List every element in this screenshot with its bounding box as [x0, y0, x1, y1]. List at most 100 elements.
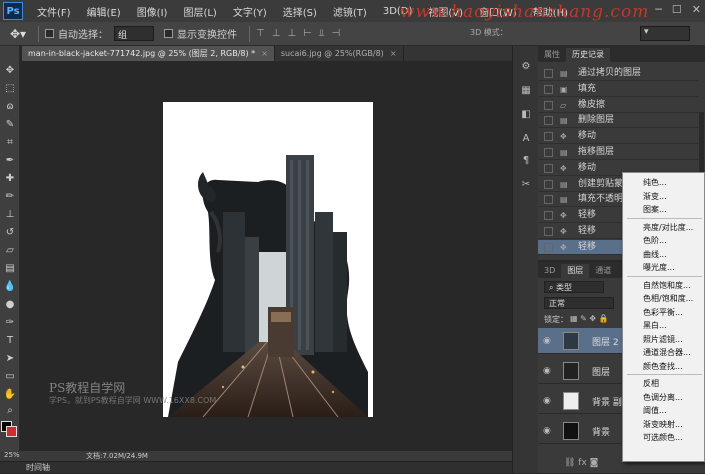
eyedropper-tool-icon[interactable]: ✒ [3, 154, 17, 168]
layer-row[interactable]: ◉ 图层 2 [538, 328, 623, 354]
menu-item[interactable]: 自然饱和度... [623, 279, 705, 292]
menu-item[interactable]: 通道混合器... [623, 346, 705, 359]
history-snapshot-checkbox[interactable] [544, 132, 553, 142]
menu-item[interactable]: 渐变映射... [623, 418, 705, 431]
visibility-eye-icon[interactable]: ◉ [543, 336, 551, 346]
menu-item[interactable]: 渐变... [623, 190, 705, 203]
brush-tool-icon[interactable]: ✏ [3, 190, 17, 204]
visibility-eye-icon[interactable]: ◉ [543, 366, 551, 376]
tab-layers[interactable]: 图层 [561, 264, 590, 278]
menu-item[interactable]: 色彩平衡... [623, 306, 705, 319]
link-icon[interactable]: ⛓ [564, 458, 578, 468]
history-snapshot-checkbox[interactable] [544, 84, 553, 94]
menu-item[interactable]: 可选颜色... [623, 431, 705, 444]
auto-select-checkbox[interactable] [45, 29, 54, 38]
history-row[interactable]: ▤ 通过拷贝的图层 [538, 66, 698, 81]
adjustments-panel-icon[interactable]: ◧ [519, 108, 533, 122]
history-snapshot-checkbox[interactable] [544, 227, 553, 236]
history-panel-icon[interactable]: ⚙ [519, 60, 533, 74]
menu-item[interactable]: 阈值... [623, 404, 705, 417]
align-left-icon[interactable]: ⊢ [303, 28, 312, 39]
menu-item[interactable]: 纯色... [623, 176, 705, 189]
tab-channels[interactable]: 通道 [589, 264, 617, 278]
history-row[interactable]: ▤ 删除图层 [538, 113, 698, 129]
minimize-icon[interactable]: ─ [655, 3, 662, 16]
layer-row[interactable]: ◉ 背景 [538, 418, 623, 444]
tab-history[interactable]: 历史记录 [566, 48, 610, 62]
history-snapshot-checkbox[interactable] [544, 116, 553, 126]
eraser-tool-icon[interactable]: ▱ [3, 244, 17, 258]
menu-file[interactable]: 文件(F) [29, 4, 79, 19]
menu-item[interactable]: 黑白... [623, 319, 705, 332]
close-icon[interactable]: ✕ [692, 3, 701, 16]
layer-filter-select[interactable]: ⌕ 类型 [544, 281, 604, 293]
lasso-tool-icon[interactable]: ɷ [3, 100, 17, 114]
visibility-eye-icon[interactable]: ◉ [543, 426, 551, 436]
tab-properties[interactable]: 属性 [538, 48, 566, 62]
zoom-level[interactable]: 25% [4, 451, 20, 459]
visibility-eye-icon[interactable]: ◉ [543, 396, 551, 406]
blend-mode-select[interactable]: 正常 [544, 297, 614, 309]
menu-item[interactable]: 图案... [623, 203, 705, 216]
history-snapshot-checkbox[interactable] [544, 100, 553, 110]
menu-image[interactable]: 图像(I) [129, 4, 176, 19]
menu-item[interactable]: 亮度/对比度... [623, 221, 705, 234]
menu-edit[interactable]: 编辑(E) [79, 4, 129, 19]
hand-tool-icon[interactable]: ✋ [3, 388, 17, 402]
layer-row[interactable]: ◉ 图层 [538, 358, 623, 384]
align-center-icon[interactable]: ⫫ [319, 28, 325, 39]
zoom-tool-icon[interactable]: ⌕ [3, 404, 17, 418]
align-bottom-icon[interactable]: ⊥ [287, 28, 296, 39]
type-tool-icon[interactable]: T [3, 334, 17, 348]
mask-icon[interactable]: ◙ [590, 458, 599, 468]
menu-item[interactable]: 曲线... [623, 248, 705, 261]
background-color-swatch[interactable] [6, 426, 17, 437]
tab-3d[interactable]: 3D [538, 264, 561, 278]
move-tool-icon[interactable]: ✥ [3, 64, 17, 78]
dodge-tool-icon[interactable]: ● [3, 298, 17, 312]
history-brush-tool-icon[interactable]: ↺ [3, 226, 17, 240]
menu-item[interactable]: 色相/饱和度... [623, 292, 705, 305]
align-top-icon[interactable]: ⊤ [256, 28, 265, 39]
maximize-icon[interactable]: ☐ [672, 3, 682, 16]
align-middle-icon[interactable]: ⊥ [272, 28, 281, 39]
menu-item[interactable]: 色调分离... [623, 391, 705, 404]
path-select-tool-icon[interactable]: ➤ [3, 352, 17, 366]
history-snapshot-checkbox[interactable] [544, 69, 553, 78]
tab-close-icon[interactable]: × [390, 49, 397, 58]
quick-select-tool-icon[interactable]: ✎ [3, 118, 17, 132]
properties-panel-icon[interactable]: ▦ [519, 84, 533, 98]
tab-document-2[interactable]: sucai6.jpg @ 25%(RGB/8) × [275, 46, 404, 61]
menu-item[interactable]: 照片滤镜... [623, 333, 705, 346]
history-snapshot-checkbox[interactable] [544, 242, 553, 252]
menu-item[interactable]: 曝光度... [623, 261, 705, 274]
canvas-workspace[interactable]: PS教程自学网 学PS，就到PS教程自学网 WWW.16XX8.COM [21, 61, 512, 451]
document-canvas[interactable] [163, 102, 373, 417]
shape-tool-icon[interactable]: ▭ [3, 370, 17, 384]
layer-row[interactable]: ◉ 背景 副本 [538, 388, 631, 414]
blur-tool-icon[interactable]: 💧 [3, 280, 17, 294]
auto-select-dropdown[interactable]: 组 [114, 26, 154, 41]
show-transform-checkbox[interactable] [164, 29, 173, 38]
tools-preset-panel-icon[interactable]: ✂ [519, 178, 533, 192]
align-right-icon[interactable]: ⊣ [332, 28, 341, 39]
clone-stamp-tool-icon[interactable]: ⊥ [3, 208, 17, 222]
paragraph-panel-icon[interactable]: ¶ [519, 154, 533, 168]
menu-item[interactable]: 色阶... [623, 234, 705, 247]
menu-filter[interactable]: 滤镜(T) [325, 4, 375, 19]
character-panel-icon[interactable]: A [519, 132, 533, 146]
menu-layer[interactable]: 图层(L) [175, 4, 224, 19]
tab-document-1[interactable]: man-in-black-jacket-771742.jpg @ 25% (图层… [22, 46, 275, 61]
history-snapshot-checkbox[interactable] [544, 211, 553, 221]
history-snapshot-checkbox[interactable] [544, 163, 553, 173]
gradient-tool-icon[interactable]: ▤ [3, 262, 17, 276]
history-row[interactable]: ▣ 填充 [538, 82, 698, 97]
history-row[interactable]: ▤ 拖移图层 [538, 145, 698, 160]
pen-tool-icon[interactable]: ✑ [3, 316, 17, 330]
crop-tool-icon[interactable]: ⌗ [3, 136, 17, 150]
menu-item[interactable]: 反相 [623, 377, 705, 390]
timeline-tab[interactable]: 时间轴 [0, 461, 512, 473]
fx-icon[interactable]: fx [578, 458, 589, 468]
history-snapshot-checkbox[interactable] [544, 195, 553, 205]
workspace-switcher[interactable]: ▾ [640, 26, 690, 41]
